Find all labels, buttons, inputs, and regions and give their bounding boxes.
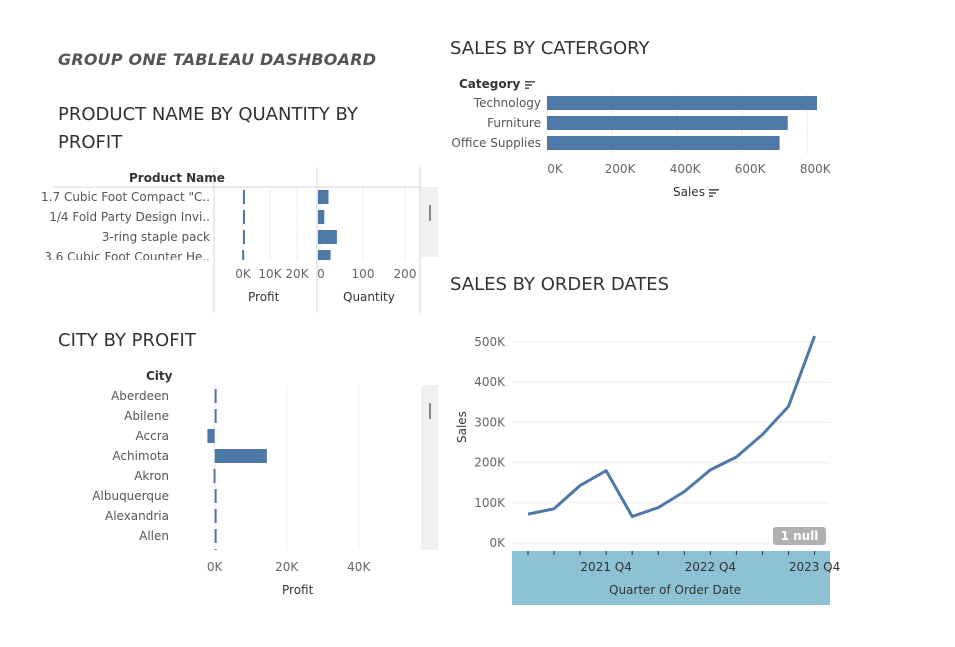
city-bar (214, 489, 217, 503)
date-gridlines (512, 341, 830, 544)
product-profit-bar (243, 230, 245, 244)
product-profit-tick: 0K (235, 267, 252, 281)
date-sheet-title: SALES BY ORDER DATES (450, 274, 670, 295)
category-row-header-label: Category (459, 77, 521, 91)
category-tick: 200K (605, 162, 637, 176)
city-scrollbar[interactable] (421, 385, 438, 550)
sort-icon[interactable] (524, 80, 535, 90)
city-sheet-title: CITY BY PROFIT (58, 330, 196, 351)
category-ticks: 0K 200K 400K 600K 800K (547, 162, 832, 176)
product-row-label: 3-ring staple pack (102, 230, 210, 244)
city-rows: Aberdeen Abilene Accra Achimota Akron Albuque… (92, 389, 169, 563)
product-row-header: Product Name (129, 171, 225, 185)
date-x-tick: 2023 Q4 (789, 560, 840, 574)
product-profit-tick: 10K (258, 267, 282, 281)
category-tick: 800K (800, 162, 832, 176)
date-y-axis-title: Sales (455, 411, 469, 443)
city-tick: 40K (347, 560, 371, 574)
category-rows: Technology Furniture Office Supplies (451, 96, 541, 150)
product-profit-axis-title: Profit (248, 290, 280, 304)
city-bar (214, 449, 267, 463)
category-row-label: Technology (473, 96, 541, 110)
city-bar (207, 429, 215, 443)
category-tick: 400K (670, 162, 702, 176)
category-row-label: Office Supplies (451, 136, 541, 150)
city-chart-svg: Aberdeen Abilene Accra Achimota Akron Albuque… (92, 385, 372, 574)
product-sheet-title: PRODUCT NAME BY QUANTITY BY PROFIT (58, 104, 358, 153)
city-bars (207, 389, 267, 550)
product-row-label: 1.7 Cubic Foot Compact "C.. (41, 190, 210, 204)
product-quantity-bar (318, 190, 329, 204)
city-bar (214, 509, 217, 523)
sort-icon[interactable] (708, 188, 719, 198)
product-row-label: 1/4 Fold Party Design Invi.. (49, 210, 210, 224)
date-y-tick: 300K (474, 415, 506, 429)
city-row-label: Allentown (110, 549, 169, 563)
category-chart-svg: Technology Furniture Office Supplies 0K 200… (451, 94, 832, 176)
category-bar (547, 136, 780, 150)
category-tick: 0K (547, 162, 564, 176)
date-y-tick: 100K (474, 496, 506, 510)
product-profit-bar (243, 190, 245, 204)
category-tick: 600K (735, 162, 767, 176)
city-row-label: Albuquerque (92, 489, 169, 503)
product-bars (242, 190, 337, 260)
product-profit-bar (242, 250, 245, 260)
product-quantity-tick: 0 (317, 267, 325, 281)
product-quantity-tick: 200 (394, 267, 417, 281)
category-row-label: Furniture (487, 116, 541, 130)
category-axis-title: Sales (673, 185, 705, 199)
city-axis-title: Profit (282, 583, 314, 597)
sales-line (527, 335, 817, 518)
category-bars (547, 96, 817, 150)
city-tick: 0K (207, 560, 224, 574)
date-y-ticks: 0K 100K 200K 300K 400K 500K (474, 335, 506, 550)
date-x-ticks: 2021 Q4 2022 Q4 2023 Q4 (527, 551, 840, 574)
date-y-tick: 400K (474, 375, 506, 389)
product-quantity-bar (318, 230, 337, 244)
date-x-tick: 2022 Q4 (685, 560, 736, 574)
city-bar (213, 469, 216, 483)
city-bar (214, 529, 217, 543)
category-bar (547, 116, 788, 130)
date-y-tick: 200K (474, 456, 506, 470)
city-row-label: Akron (134, 469, 169, 483)
category-bar (547, 96, 817, 110)
product-scrollbar[interactable] (421, 187, 438, 257)
product-quantity-bar (318, 210, 325, 224)
category-row-header: Category (459, 77, 535, 91)
product-quantity-bar (318, 250, 331, 260)
product-scrollbar-thumb[interactable] (429, 205, 431, 221)
null-indicator[interactable]: 1 null (773, 527, 826, 545)
product-quantity-tick: 100 (352, 267, 375, 281)
city-bar (214, 409, 217, 423)
city-bar (214, 389, 217, 403)
city-row-label: Abilene (124, 409, 169, 423)
city-tick: 20K (275, 560, 299, 574)
city-row-label: Accra (136, 429, 169, 443)
city-ticks: 0K 20K 40K (207, 560, 372, 574)
date-x-axis-title: Quarter of Order Date (609, 583, 742, 597)
date-chart-svg: 0K100K200K300K400K500K 2021 Q4 2022 Q4 202… (474, 335, 840, 574)
product-profit-bar (243, 210, 245, 224)
product-rows: 1.7 Cubic Foot Compact "C.. 1/4 Fold Part… (41, 190, 210, 264)
date-y-tick: 500K (474, 335, 506, 349)
category-sheet-title: SALES BY CATERGORY (450, 38, 650, 59)
product-ticks: 0K 10K 20K 0 100 200 (235, 267, 416, 281)
city-row-label: Aberdeen (111, 389, 169, 403)
product-row-label: 3.6 Cubic Foot Counter He.. (44, 250, 210, 264)
category-axis-title-wrap: Sales (673, 185, 719, 199)
date-x-tick: 2021 Q4 (580, 560, 631, 574)
city-scrollbar-thumb[interactable] (429, 403, 431, 419)
city-row-label: Alexandria (105, 509, 169, 523)
date-y-tick: 0K (489, 536, 506, 550)
city-gridlines (214, 385, 360, 550)
city-row-label: Achimota (112, 449, 169, 463)
product-quantity-axis-title: Quantity (343, 290, 395, 304)
product-profit-tick: 20K (285, 267, 309, 281)
dashboard-title: GROUP ONE TABLEAU DASHBOARD (58, 50, 377, 69)
city-row-label: Allen (139, 529, 169, 543)
